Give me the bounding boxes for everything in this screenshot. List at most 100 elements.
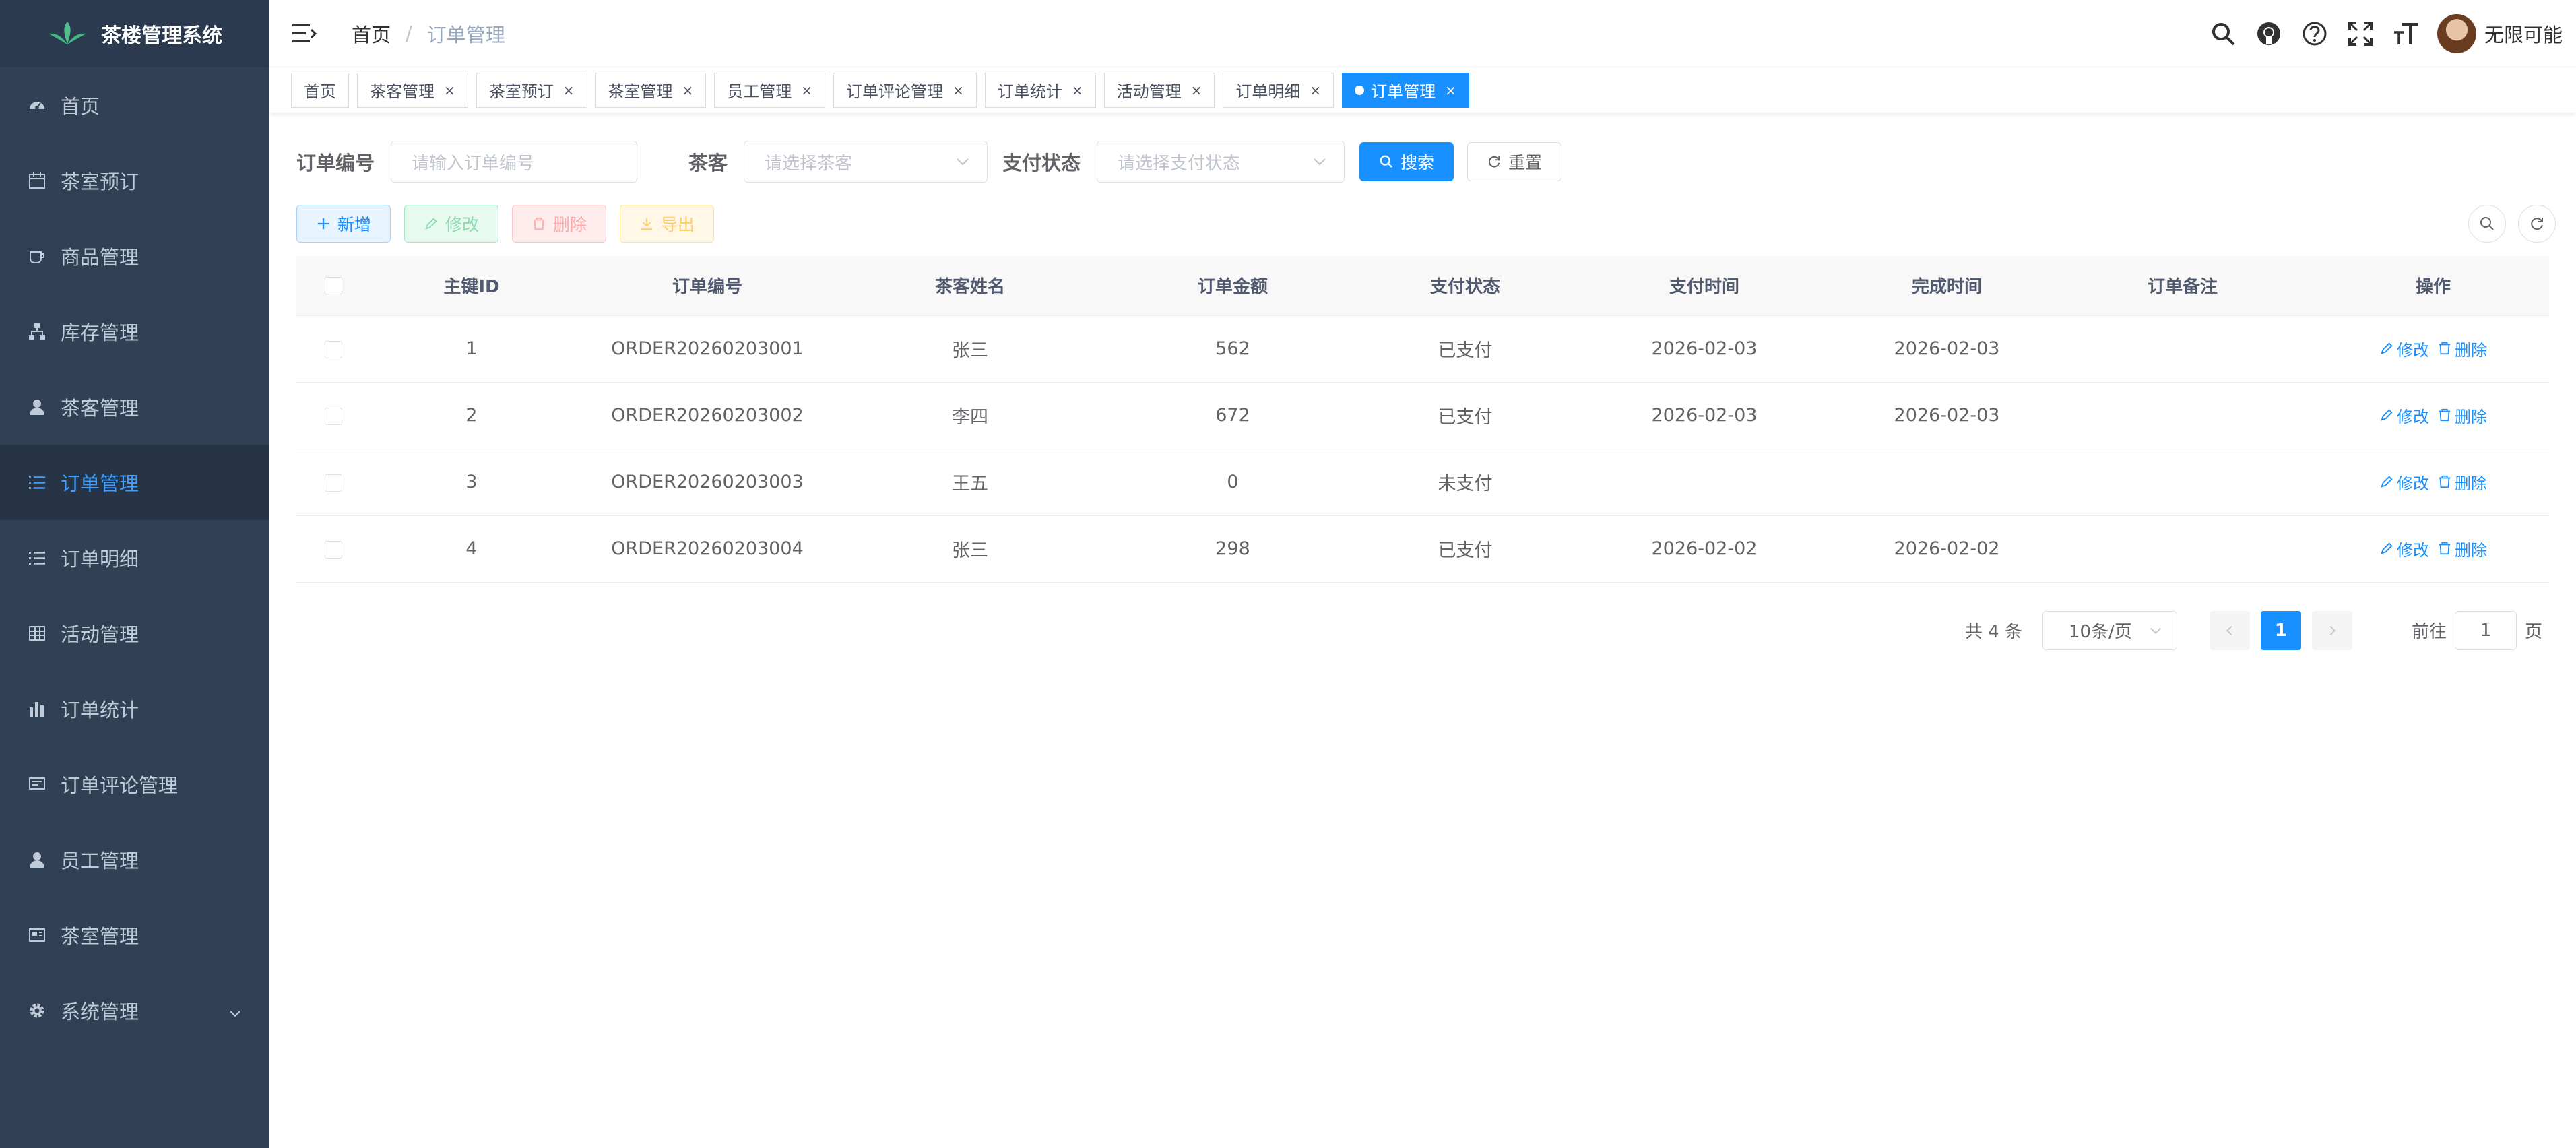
sidebar-item-4[interactable]: 茶客管理: [0, 369, 269, 445]
close-icon[interactable]: ×: [1445, 82, 1456, 98]
row-delete-label: 删除: [2455, 340, 2487, 360]
table-row[interactable]: 3 ORDER20260203003 王五 0 未支付 修改 删除: [296, 449, 2549, 516]
tag-label: 茶室管理: [608, 82, 673, 101]
sidebar-item-2[interactable]: 商品管理: [0, 218, 269, 294]
sidebar-item-1[interactable]: 茶室预订: [0, 143, 269, 218]
tag-label: 订单统计: [997, 82, 1062, 101]
close-icon[interactable]: ×: [1191, 82, 1202, 98]
row-delete-button[interactable]: 删除: [2437, 404, 2487, 427]
pagination: 共 4 条 10条/页 1 前往 1 页: [296, 610, 2549, 650]
cell-id: 3: [371, 449, 573, 516]
sidebar-item-8[interactable]: 订单统计: [0, 671, 269, 746]
row-checkbox[interactable]: [325, 474, 342, 492]
cell-actions: 修改 删除: [2317, 515, 2549, 583]
row-edit-button[interactable]: 修改: [2379, 404, 2429, 427]
table-row[interactable]: 4 ORDER20260203004 张三 298 已支付 2026-02-02 2026-…: [296, 515, 2549, 583]
search-icon[interactable]: [2208, 19, 2238, 49]
row-select-cell[interactable]: [296, 315, 371, 383]
next-page-button[interactable]: [2311, 610, 2352, 650]
cell-actions: 修改 删除: [2317, 315, 2549, 383]
table-row[interactable]: 1 ORDER20260203001 张三 562 已支付 2026-02-03 2026-…: [296, 315, 2549, 383]
cell-amount: 0: [1098, 449, 1367, 516]
sidebar-item-10[interactable]: 员工管理: [0, 822, 269, 897]
trash-icon: [533, 217, 545, 230]
tag-4[interactable]: 员工管理 ×: [714, 72, 826, 108]
row-edit-button[interactable]: 修改: [2379, 537, 2429, 561]
fullscreen-icon[interactable]: [2346, 19, 2375, 49]
row-select-cell[interactable]: [296, 515, 371, 583]
sidebar-item-6[interactable]: 订单明细: [0, 520, 269, 596]
tag-1[interactable]: 茶客管理 ×: [357, 72, 468, 108]
sidebar-item-7[interactable]: 活动管理: [0, 596, 269, 671]
tag-5[interactable]: 订单评论管理 ×: [833, 72, 977, 108]
breadcrumb-home[interactable]: 首页: [352, 20, 391, 48]
row-edit-button[interactable]: 修改: [2379, 470, 2429, 494]
font-size-icon[interactable]: [2391, 19, 2421, 49]
row-edit-label: 修改: [2397, 474, 2429, 493]
tag-8[interactable]: 订单明细 ×: [1223, 72, 1334, 108]
close-icon[interactable]: ×: [1310, 82, 1321, 98]
cell-actions: 修改 删除: [2317, 449, 2549, 516]
username[interactable]: 无限可能: [2484, 20, 2563, 48]
tag-7[interactable]: 活动管理 ×: [1103, 72, 1215, 108]
tag-9[interactable]: 订单管理 ×: [1342, 72, 1469, 108]
order-no-input[interactable]: 请输入订单编号: [391, 141, 638, 183]
sidebar-item-9[interactable]: 订单评论管理: [0, 746, 269, 822]
row-edit-button[interactable]: 修改: [2379, 337, 2429, 360]
page-size-select[interactable]: 10条/页: [2042, 610, 2177, 650]
select-all-header[interactable]: [296, 256, 371, 316]
reset-button[interactable]: 重置: [1467, 142, 1562, 181]
prev-page-button[interactable]: [2209, 610, 2250, 650]
select-all-checkbox[interactable]: [325, 277, 342, 295]
tag-3[interactable]: 茶室管理 ×: [595, 72, 707, 108]
sidebar-item-12[interactable]: 系统管理: [0, 973, 269, 1048]
close-icon[interactable]: ×: [563, 82, 575, 98]
tag-6[interactable]: 订单统计 ×: [984, 72, 1096, 108]
sidebar-item-3[interactable]: 库存管理: [0, 294, 269, 369]
close-icon[interactable]: ×: [953, 82, 964, 98]
tag-2[interactable]: 茶室预订 ×: [476, 72, 587, 108]
order-table: 主键ID 订单编号 茶客姓名 订单金额 支付状态 支付时间 完成时间 订单备注 操作 1 ORDE…: [296, 256, 2549, 583]
row-delete-button[interactable]: 删除: [2437, 537, 2487, 561]
pay-status-select[interactable]: 请选择支付状态: [1097, 141, 1345, 183]
navbar: 首页 / 订单管理 无限可能: [269, 0, 2576, 67]
close-icon[interactable]: ×: [682, 82, 694, 98]
page-number-current[interactable]: 1: [2260, 610, 2301, 650]
close-icon[interactable]: ×: [801, 82, 812, 98]
row-select-cell[interactable]: [296, 382, 371, 449]
row-delete-button[interactable]: 删除: [2437, 337, 2487, 360]
delete-button[interactable]: 删除: [512, 205, 607, 243]
sidebar-item-11[interactable]: 茶室管理: [0, 897, 269, 973]
row-select-cell[interactable]: [296, 449, 371, 516]
sidebar-item-5[interactable]: 订单管理: [0, 445, 269, 520]
table-row[interactable]: 2 ORDER20260203002 李四 672 已支付 2026-02-03 2026-…: [296, 382, 2549, 449]
tag-0[interactable]: 首页: [291, 72, 349, 108]
refresh-table-button[interactable]: [2518, 205, 2556, 243]
chevron-down-icon: [2150, 627, 2161, 634]
row-checkbox[interactable]: [325, 340, 342, 358]
close-icon[interactable]: ×: [444, 82, 455, 98]
edit-button[interactable]: 修改: [404, 205, 499, 243]
cell-actions: 修改 删除: [2317, 382, 2549, 449]
search-button[interactable]: 搜索: [1359, 142, 1454, 181]
row-delete-label: 删除: [2455, 474, 2487, 493]
row-checkbox[interactable]: [325, 407, 342, 425]
sidebar-item-0[interactable]: 首页: [0, 67, 269, 143]
cell-remark: [2048, 449, 2317, 516]
help-icon[interactable]: [2300, 19, 2329, 49]
add-button[interactable]: 新增: [296, 205, 391, 243]
goto-page-input[interactable]: 1: [2454, 610, 2517, 650]
customer-select[interactable]: 请选择茶客: [744, 141, 988, 183]
toggle-search-button[interactable]: [2468, 205, 2506, 243]
row-checkbox[interactable]: [325, 540, 342, 559]
breadcrumb-separator: /: [406, 22, 412, 45]
table-header: 主键ID 订单编号 茶客姓名 订单金额 支付状态 支付时间 完成时间 订单备注 操作: [296, 256, 2549, 316]
github-icon[interactable]: [2254, 19, 2284, 49]
app-logo[interactable]: 茶楼管理系统: [0, 0, 269, 67]
export-button[interactable]: 导出: [620, 205, 715, 243]
avatar[interactable]: [2437, 14, 2476, 53]
close-icon[interactable]: ×: [1072, 82, 1083, 98]
cell-remark: [2048, 315, 2317, 383]
row-delete-button[interactable]: 删除: [2437, 470, 2487, 494]
hamburger-icon[interactable]: [291, 20, 318, 47]
